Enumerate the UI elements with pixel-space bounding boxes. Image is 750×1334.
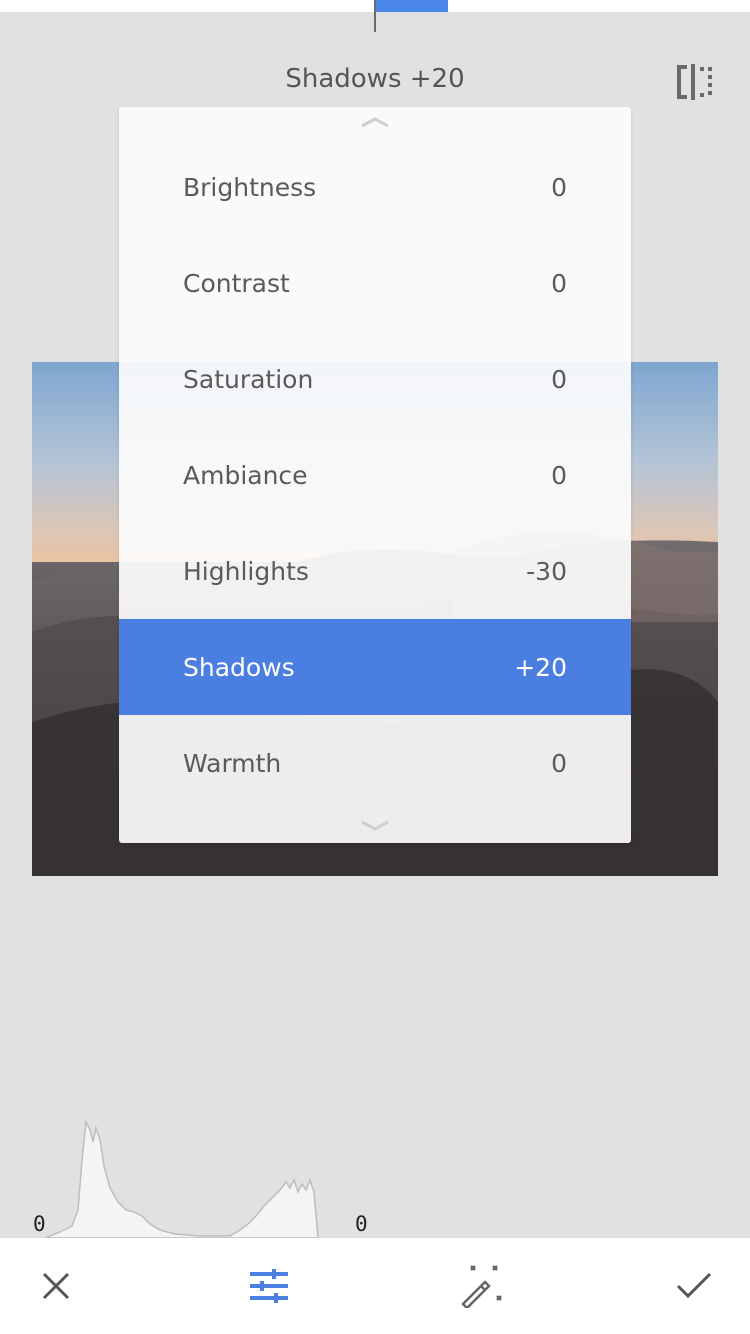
close-icon <box>42 1272 70 1300</box>
menu-item-value: 0 <box>551 268 567 298</box>
apply-button[interactable] <box>654 1238 734 1334</box>
scroll-down-chevron-icon[interactable] <box>360 819 390 833</box>
menu-item-ambiance[interactable]: Ambiance 0 <box>119 427 631 523</box>
menu-item-label: Shadows <box>183 652 295 682</box>
slider-center-marker <box>374 0 376 32</box>
histogram <box>44 1119 319 1239</box>
menu-item-label: Saturation <box>183 364 314 394</box>
menu-item-value: 0 <box>551 748 567 778</box>
page-title: Shadows +20 <box>285 64 465 94</box>
menu-item-label: Highlights <box>183 556 309 586</box>
histogram-right-label: 0 <box>355 1212 368 1236</box>
menu-item-value: 0 <box>551 172 567 202</box>
menu-item-warmth[interactable]: Warmth 0 <box>119 715 631 811</box>
menu-item-contrast[interactable]: Contrast 0 <box>119 235 631 331</box>
menu-item-value: +20 <box>514 652 567 682</box>
compare-split-icon <box>677 64 712 100</box>
histogram-left-label: 0 <box>33 1212 46 1236</box>
menu-item-label: Ambiance <box>183 460 308 490</box>
bottom-toolbar <box>0 1238 750 1334</box>
menu-item-label: Warmth <box>183 748 282 778</box>
menu-item-value: -30 <box>526 556 567 586</box>
adjustment-slider-fill <box>376 0 448 12</box>
compare-button[interactable] <box>670 60 718 104</box>
adjustment-menu: Brightness 0 Contrast 0 Saturation 0 Amb… <box>119 107 631 843</box>
magic-wand-icon <box>461 1265 502 1308</box>
scroll-up-chevron-icon[interactable] <box>360 115 390 129</box>
tune-menu-button[interactable] <box>229 1238 309 1334</box>
tune-sliders-icon <box>250 1269 288 1303</box>
menu-item-saturation[interactable]: Saturation 0 <box>119 331 631 427</box>
checkmark-icon <box>676 1272 712 1299</box>
menu-item-value: 0 <box>551 364 567 394</box>
menu-item-label: Brightness <box>183 172 317 202</box>
auto-adjust-button[interactable] <box>441 1238 521 1334</box>
menu-item-value: 0 <box>551 460 567 490</box>
menu-item-highlights[interactable]: Highlights -30 <box>119 523 631 619</box>
menu-item-brightness[interactable]: Brightness 0 <box>119 139 631 235</box>
menu-item-shadows[interactable]: Shadows +20 <box>119 619 631 715</box>
menu-item-label: Contrast <box>183 268 290 298</box>
cancel-button[interactable] <box>16 1238 96 1334</box>
